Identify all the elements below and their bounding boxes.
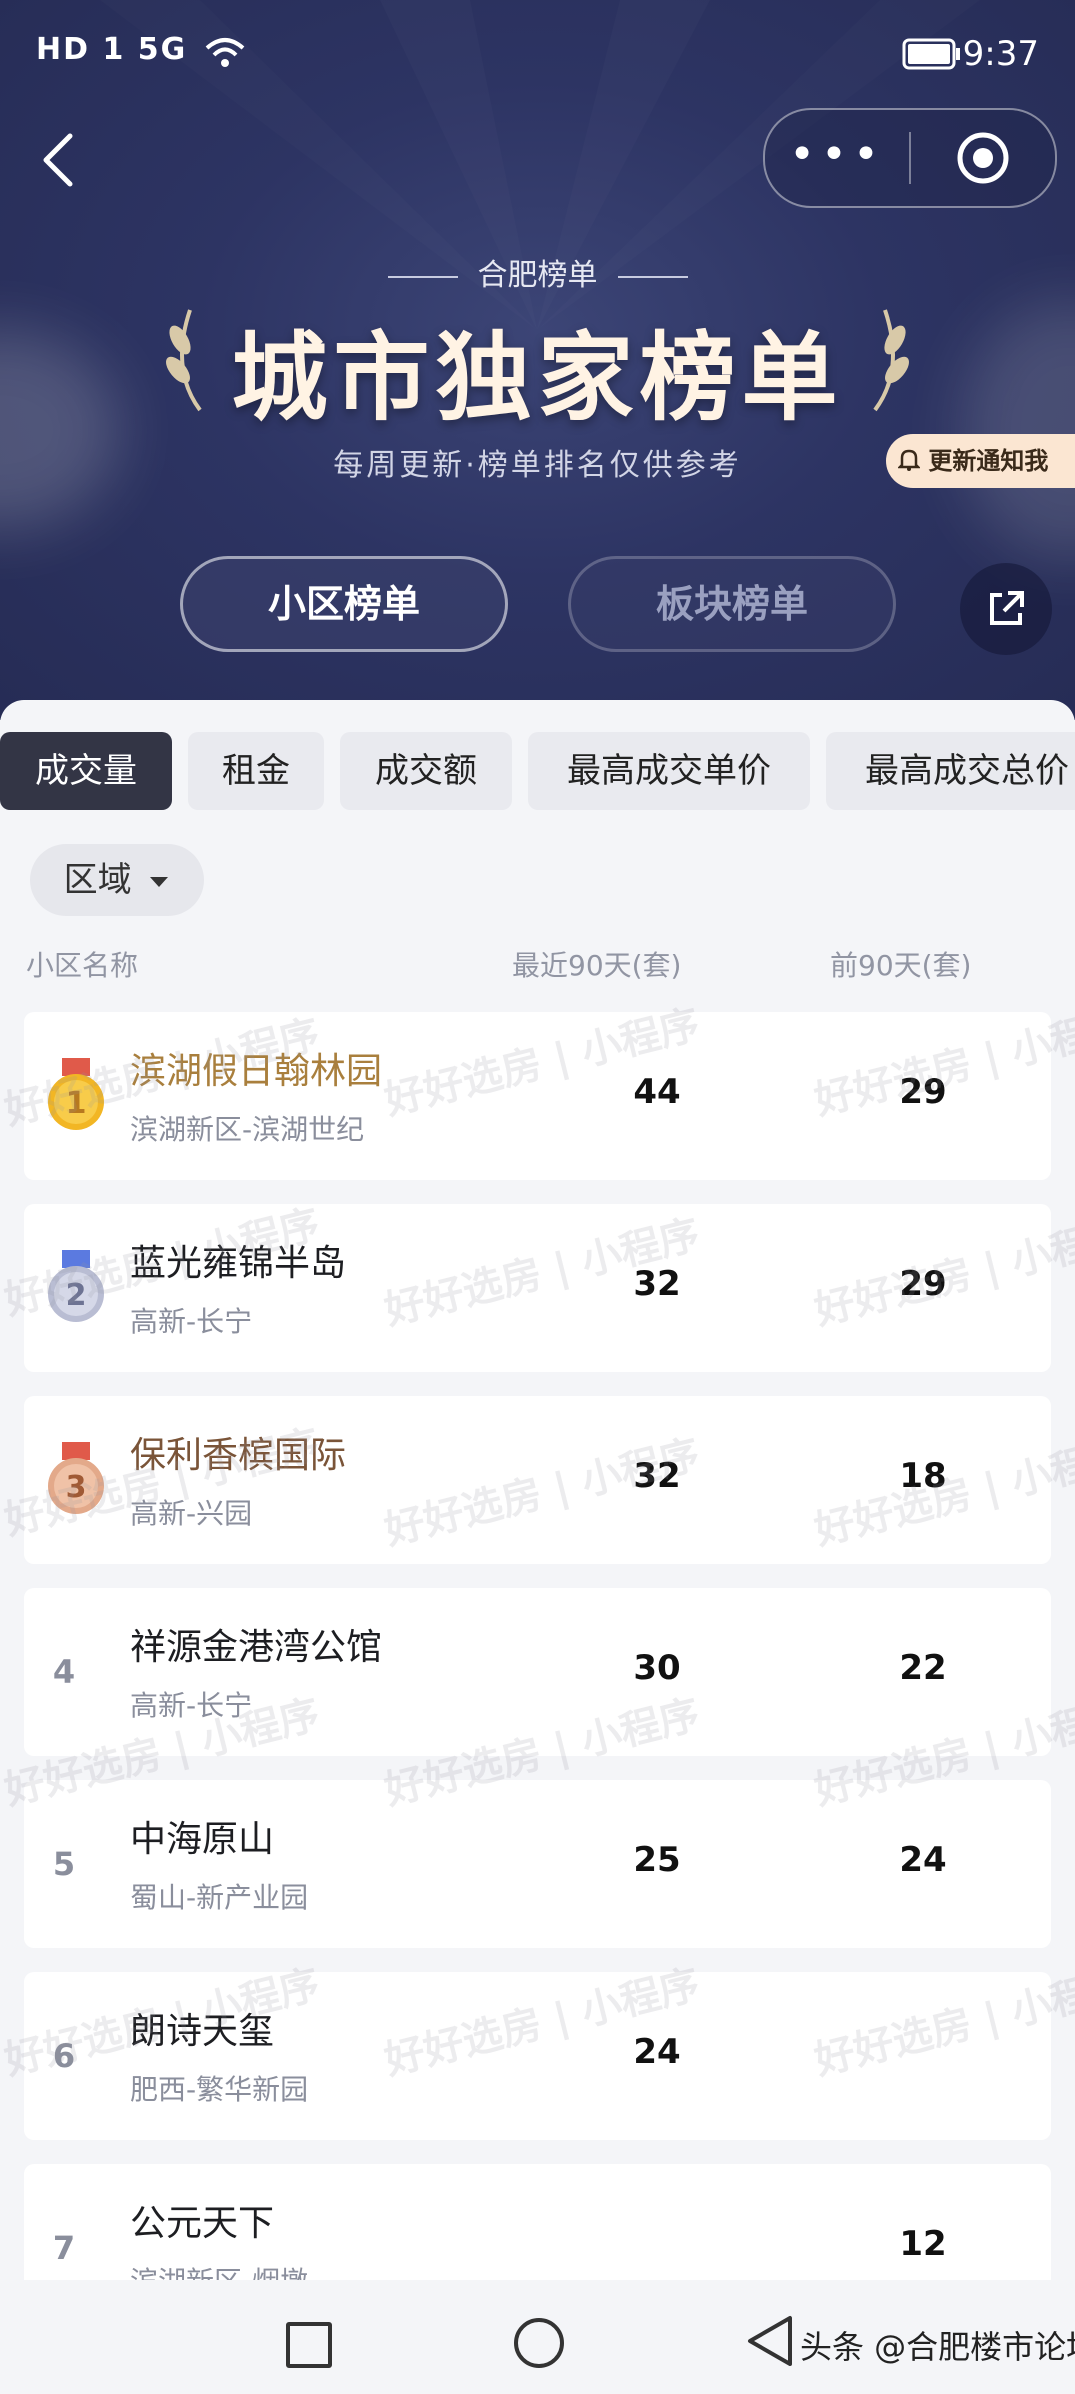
home-icon[interactable] (514, 2318, 564, 2368)
prev-count: 12 (899, 2224, 947, 2264)
laurel-right-icon (873, 309, 909, 412)
community-name: 滨湖假日翰林园 (130, 1051, 383, 1092)
svg-text:2: 2 (66, 1278, 87, 1313)
community-name: 朗诗天玺 (130, 2011, 275, 2052)
recent-count: 44 (633, 1072, 681, 1112)
community-name: 祥源金港湾公馆 (130, 1627, 383, 1668)
community-area: 滨湖新区-滨湖世纪 (130, 1113, 365, 1146)
region-filter[interactable]: 区域 (30, 844, 204, 916)
metric-tabs: 成交量 租金 成交额 最高成交单价 最高成交总价 (0, 732, 1075, 812)
community-area: 高新-长宁 (130, 1305, 253, 1338)
community-area: 高新-兴园 (130, 1497, 253, 1530)
tab-volume[interactable]: 成交量 (0, 732, 172, 810)
table-row[interactable]: 5 中海原山 蜀山-新产业园 25 24 (24, 1780, 1051, 1948)
col-header-name: 小区名称 (26, 949, 139, 982)
status-time: 9:37 (962, 34, 1039, 74)
col-header-recent: 最近90天(套) (512, 949, 682, 982)
prev-count: 29 (899, 1072, 947, 1112)
recent-count: 24 (633, 2032, 681, 2072)
tab-rent[interactable]: 租金 (188, 732, 324, 810)
caret-down-icon (150, 877, 169, 887)
tab-amount[interactable]: 成交额 (340, 732, 512, 810)
community-area: 高新-长宁 (130, 1689, 253, 1722)
table-row[interactable]: 3 保利香槟国际 高新-兴园 32 18 (24, 1396, 1051, 1564)
prev-count: 24 (899, 1840, 947, 1880)
rank-number: 4 (52, 1653, 76, 1691)
tab-max-unit-price[interactable]: 最高成交单价 (528, 732, 810, 810)
prev-count: 18 (899, 1456, 947, 1496)
community-name: 蓝光雍锦半岛 (130, 1243, 347, 1284)
rank-number: 7 (52, 2229, 76, 2267)
more-dots-icon[interactable]: ••• (765, 110, 909, 206)
rank-number: 5 (52, 1845, 76, 1883)
status-bar: HD 1 5G 9:37 (0, 0, 1075, 110)
table-row[interactable]: 4 祥源金港湾公馆 高新-长宁 30 22 (24, 1588, 1051, 1756)
community-area: 肥西-繁华新园 (130, 2073, 309, 2106)
notify-label: 更新通知我 (928, 447, 1049, 475)
gold-medal-icon: 1 (48, 1058, 104, 1130)
svg-text:1: 1 (66, 1086, 87, 1121)
wifi-icon (205, 38, 245, 67)
recent-count: 32 (633, 1456, 681, 1496)
bronze-medal-icon: 3 (48, 1442, 104, 1514)
close-target-icon[interactable] (955, 130, 1011, 186)
silver-medal-icon: 2 (48, 1250, 104, 1322)
ranking-card: 成交量 租金 成交额 最高成交单价 最高成交总价 区域 小区名称 最近90天(套… (0, 700, 1075, 2394)
community-name: 公元天下 (130, 2203, 275, 2244)
back-arrow-icon[interactable] (38, 130, 78, 190)
recent-count: 30 (633, 1648, 681, 1688)
system-nav-bar: 头条 @合肥楼市论坛 (0, 2280, 1075, 2394)
segment-label: 板块榜单 (655, 582, 808, 626)
status-network: HD 1 5G (36, 32, 188, 67)
banner-subtitle: 合肥榜单 (0, 250, 1075, 294)
community-name: 保利香槟国际 (130, 1435, 347, 1476)
recent-count: 25 (633, 1840, 681, 1880)
prev-count: 29 (899, 1264, 947, 1304)
table-row[interactable]: 2 蓝光雍锦半岛 高新-长宁 32 29 (24, 1204, 1051, 1372)
col-header-prev: 前90天(套) (830, 949, 972, 982)
svg-text:3: 3 (66, 1470, 87, 1505)
source-credit: 头条 @合肥楼市论坛 (800, 2328, 1075, 2366)
notify-me-button[interactable]: 更新通知我 (886, 434, 1075, 488)
prev-count: 22 (899, 1648, 947, 1688)
recent-apps-icon[interactable] (286, 2322, 332, 2368)
miniapp-capsule: ••• (763, 108, 1057, 208)
community-area: 蜀山-新产业园 (130, 1881, 309, 1914)
table-row[interactable]: 6 朗诗天玺 肥西-繁华新园 24 (24, 1972, 1051, 2140)
segment-district-rank[interactable]: 板块榜单 (568, 556, 896, 652)
share-button[interactable] (960, 563, 1052, 655)
segment-community-rank[interactable]: 小区榜单 (180, 556, 508, 652)
region-filter-label: 区域 (63, 860, 132, 900)
back-triangle-icon[interactable] (744, 2314, 794, 2368)
share-icon (990, 591, 1024, 625)
capsule-divider (909, 132, 911, 184)
recent-count: 32 (633, 1264, 681, 1304)
segment-label: 小区榜单 (267, 582, 420, 626)
battery-icon (902, 38, 960, 70)
header-banner: HD 1 5G 9:37 ••• 合肥榜单 城市独家榜单 每周更新·榜单排名仅供… (0, 0, 1075, 720)
rank-number: 6 (52, 2037, 76, 2075)
bell-icon (896, 449, 922, 471)
table-row[interactable]: 1 滨湖假日翰林园 滨湖新区-滨湖世纪 44 29 (24, 1012, 1051, 1180)
tab-max-total-price[interactable]: 最高成交总价 (826, 732, 1075, 810)
community-name: 中海原山 (130, 1819, 275, 1860)
